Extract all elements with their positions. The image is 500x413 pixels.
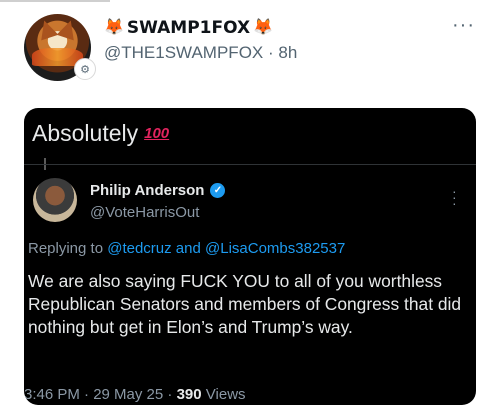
quoted-meta: 3:46 PM · 29 May 25 · 390 Views (24, 386, 246, 403)
verified-check-icon: ✓ (210, 183, 226, 198)
quoted-timestamp: 3:46 PM · 29 May 25 · (24, 386, 173, 403)
hundred-points-emoji: 100 (144, 125, 170, 142)
fox-ear-right (56, 17, 80, 41)
post-time[interactable]: 8h (278, 43, 297, 62)
quoted-text: We are also saying FUCK YOU to all of yo… (28, 271, 462, 337)
quoted-name-row: Philip Anderson ✓ (90, 182, 226, 199)
replying-to: Replying to @tedcruz and @LisaCombs38253… (28, 240, 345, 257)
fox-emoji: 🦊 (104, 19, 124, 36)
quoted-handle: @VoteHarrisOut (90, 204, 200, 221)
caption-text: Absolutely (32, 120, 139, 146)
fox-ear-left (35, 17, 59, 41)
views-count: 390 (176, 386, 202, 403)
replying-prefix: Replying to (28, 240, 104, 257)
top-divider (0, 0, 110, 2)
fox-emoji: 🦊 (253, 19, 274, 36)
quoted-name: Philip Anderson (90, 182, 205, 199)
author-name-row[interactable]: 🦊 SWAMP1FOX 🦊 (104, 18, 273, 38)
image-caption: Absolutely 100 (32, 120, 169, 147)
separator: · (268, 43, 274, 62)
replying-mentions: @tedcruz and @LisaCombs382537 (107, 240, 346, 257)
author-handle[interactable]: @THE1SWAMPFOX (104, 43, 263, 62)
more-options-button[interactable]: ··· (452, 14, 475, 37)
gear-icon: ⚙ (74, 58, 96, 80)
author-handle-row: @THE1SWAMPFOX · 8h (104, 43, 297, 63)
attached-image[interactable]: Absolutely 100 Philip Anderson ✓ @VoteHa… (24, 108, 476, 405)
image-divider (24, 164, 476, 165)
views-label: Views (205, 386, 246, 403)
author-display-name[interactable]: SWAMP1FOX (127, 18, 250, 38)
quoted-avatar (33, 178, 77, 222)
vertical-more-icon: · · · (452, 183, 457, 211)
